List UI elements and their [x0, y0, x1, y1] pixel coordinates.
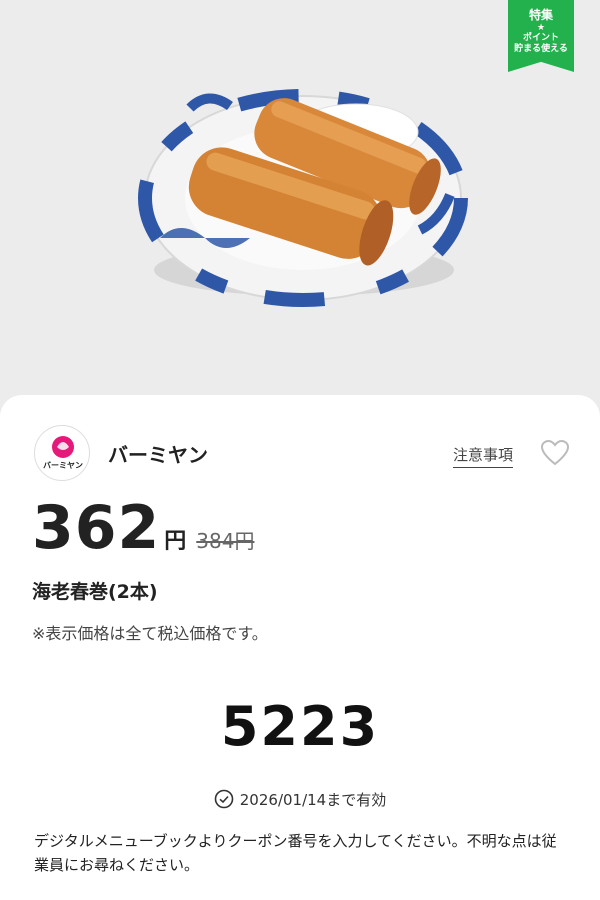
item-name: 海老春巻(2本)	[32, 581, 158, 603]
price-row: 362 円 384円	[32, 498, 254, 558]
coupon-card: バーミヤン バーミヤン 注意事項 362 円 384円 海老春巻(2本) ※表示…	[0, 395, 600, 900]
notes-link[interactable]: 注意事項	[453, 444, 514, 468]
validity-row: 2026/01/14まで有効	[0, 789, 600, 810]
badge-line: 貯まる使える	[514, 44, 568, 54]
logo-text: バーミヤン	[43, 461, 83, 470]
product-image: 特集 ★ ポイント 貯まる使える	[0, 0, 600, 400]
original-price: 384円	[196, 529, 255, 553]
price-unit: 円	[164, 529, 187, 554]
check-circle-icon	[214, 789, 234, 809]
star-icon: ★	[536, 23, 546, 33]
current-price: 362	[32, 493, 161, 563]
badge-title: 特集	[528, 8, 553, 22]
coupon-code: 5223	[220, 695, 380, 758]
shop-logo: バーミヤン	[34, 425, 90, 481]
instructions: デジタルメニューブックよりクーポン番号を入力してください。不明な点は従業員にお尋…	[34, 832, 557, 874]
tax-note: ※表示価格は全て税込価格です。	[32, 624, 268, 643]
heart-icon[interactable]	[540, 439, 570, 467]
feature-badge[interactable]: 特集 ★ ポイント 貯まる使える	[508, 0, 574, 72]
shop-name: バーミヤン	[108, 443, 208, 467]
validity-text: 2026/01/14まで有効	[239, 791, 387, 809]
badge-line: ポイント	[522, 33, 559, 43]
